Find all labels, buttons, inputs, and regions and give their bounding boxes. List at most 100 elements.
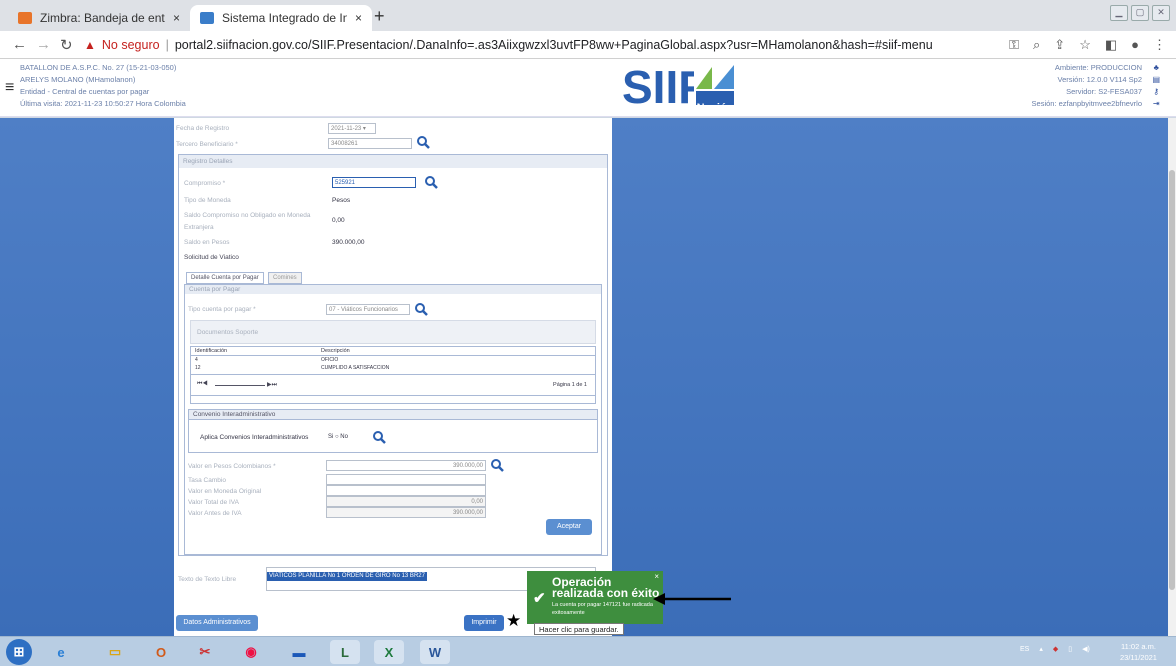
language-indicator[interactable]: ES — [1020, 646, 1029, 653]
valor-antes-iva-label: Valor Antes de IVA — [188, 510, 242, 517]
close-tab-icon[interactable]: × — [355, 11, 362, 25]
tercero-label: Tercero Beneficiario * — [176, 141, 238, 148]
search-tercero-icon[interactable] — [416, 135, 430, 149]
tray-app-icon[interactable]: ◆ — [1053, 645, 1058, 653]
app-icon[interactable]: L — [330, 640, 360, 664]
reload-icon[interactable]: ↻ — [60, 36, 73, 54]
zoom-icon[interactable]: ⌕ — [1033, 37, 1040, 53]
profile-icon[interactable]: ● — [1131, 37, 1139, 53]
database-icon[interactable]: ▤ — [1152, 74, 1160, 86]
valor-pesos-input[interactable]: 390.000,00 — [326, 460, 486, 471]
search-tipo-cxp-icon[interactable] — [414, 302, 428, 316]
star-icon: ★ — [506, 611, 522, 630]
url-text[interactable]: portal2.siifnacion.gov.co/SIIF.Presentac… — [175, 38, 933, 52]
close-window-icon[interactable]: ✕ — [1152, 5, 1170, 21]
key-icon[interactable]: ⚿ — [1009, 37, 1019, 53]
new-tab-button[interactable]: + — [374, 6, 385, 27]
tasa-cambio-input[interactable] — [326, 474, 486, 485]
valor-pesos-label: Valor en Pesos Colombianos * — [188, 463, 276, 470]
forward-icon[interactable]: → — [36, 36, 51, 53]
siif-logo: SIIF Nación — [622, 61, 734, 114]
back-icon[interactable]: ← — [12, 36, 27, 53]
saldo-pesos-value: 390.000,00 — [332, 239, 365, 246]
environment-info: Ambiente: PRODUCCION Versión: 12.0.0 V11… — [1032, 62, 1142, 110]
check-icon: ✔ — [533, 590, 546, 607]
file-explorer-icon[interactable]: ▭ — [100, 640, 130, 664]
office-icon[interactable]: O — [146, 640, 176, 664]
aplica-convenios-label: Aplica Convenios Interadministrativos — [200, 434, 309, 441]
search-compromiso-icon[interactable] — [424, 175, 438, 189]
clock[interactable]: 11:02 a.m. 23/11/2021 — [1120, 641, 1157, 663]
tab-title: Zimbra: Bandeja de entrada (45) — [40, 11, 165, 25]
cell-id: 4 — [195, 357, 198, 363]
si-no-radio[interactable]: Si ○ No — [328, 434, 348, 440]
start-button-icon[interactable]: ⊞ — [6, 639, 32, 665]
convenio-panel: Convenio Interadministrativo — [188, 409, 598, 453]
form-panel: Fecha de Registro 2021-11-23 ▾ Tercero B… — [174, 118, 612, 636]
tipo-cxp-input[interactable]: 07 - Viáticos Funcionarios — [326, 304, 410, 315]
warning-icon[interactable]: ▲ — [84, 38, 96, 52]
maximize-icon[interactable]: ▢ — [1131, 5, 1149, 21]
tab-comines[interactable]: Comines — [268, 272, 302, 284]
datos-administrativos-button[interactable]: Datos Administrativos — [176, 615, 258, 631]
table-header: Identificación Descripción — [191, 347, 595, 356]
success-toast[interactable]: ✔ Operación realizada con éxito La cuent… — [527, 571, 663, 624]
chrome-icon[interactable]: ◉ — [236, 640, 266, 664]
saldo-extranjera-label-2: Extranjera — [184, 224, 214, 231]
address-bar[interactable]: ▲ No seguro | portal2.siifnacion.gov.co/… — [84, 34, 984, 56]
siif-header: ≡ BATALLON DE A.S.P.C. No. 27 (15-21-03-… — [0, 59, 1176, 117]
fecha-registro-select[interactable]: 2021-11-23 ▾ — [328, 123, 376, 134]
pager-slider[interactable] — [215, 385, 265, 386]
window-controls: ▁ ▢ ✕ — [1110, 5, 1170, 21]
share-icon[interactable]: ⇪ — [1054, 37, 1065, 53]
tercero-input[interactable]: 34008261 — [328, 138, 412, 149]
documentos-soporte-label: Documentos Soporte — [197, 329, 259, 336]
tab-siif[interactable]: Sistema Integrado de Informació × — [190, 5, 372, 31]
key-small-icon[interactable]: ⚷ — [1152, 86, 1160, 98]
table-row[interactable]: 4 OFICIO — [191, 357, 595, 365]
sidepanel-icon[interactable]: ◧ — [1105, 37, 1117, 53]
fecha-registro-value: 2021-11-23 — [331, 126, 362, 132]
logo-sub: Nación — [697, 102, 734, 114]
convenio-header: Convenio Interadministrativo — [189, 410, 597, 420]
network-icon[interactable]: ▯ — [1068, 645, 1072, 653]
bookmark-star-icon[interactable]: ☆ — [1079, 37, 1091, 53]
compromiso-input[interactable]: 525921 — [332, 177, 416, 188]
word-icon[interactable]: W — [420, 640, 450, 664]
texto-libre-label: Texto de Texto Libre — [178, 576, 237, 583]
snipping-tool-icon[interactable]: ✂ — [190, 640, 220, 664]
security-label[interactable]: No seguro — [102, 38, 160, 52]
clock-time: 11:02 a.m. — [1121, 642, 1156, 651]
tray-arrow-icon[interactable]: ▴ — [1039, 645, 1043, 653]
excel-icon[interactable]: X — [374, 640, 404, 664]
sticky-notes-icon[interactable]: ▬ — [284, 640, 314, 664]
scrollbar-thumb[interactable] — [1169, 170, 1175, 590]
valor-moneda-input[interactable] — [326, 485, 486, 496]
pager-first-icon[interactable]: ⏮◀ — [197, 381, 208, 388]
search-valor-icon[interactable] — [490, 458, 504, 472]
tab-detalle-cxp[interactable]: Detalle Cuenta por Pagar — [186, 272, 264, 284]
session-line: Sesión: ezfanpbyitmvee2bfnevrlo — [1031, 99, 1142, 108]
system-tray: ES ▴ ◆ ▯ ◀) — [1020, 645, 1090, 654]
table-row[interactable]: 12 CUMPLIDO A SATISFACCION — [191, 365, 595, 373]
internet-explorer-icon[interactable]: e — [46, 640, 76, 664]
user-info: BATALLON DE A.S.P.C. No. 27 (15-21-03-05… — [20, 62, 186, 110]
users-icon[interactable]: ♣ — [1152, 62, 1160, 74]
toast-close-icon[interactable]: × — [654, 572, 659, 581]
imprimir-button[interactable]: Imprimir — [464, 615, 504, 631]
windows-taskbar: ⊞ e ▭ O ✂ ◉ ▬ L X W ES ▴ ◆ ▯ ◀) 11:02 a.… — [0, 636, 1176, 666]
pager-last-icon[interactable]: ▶⏭ — [267, 381, 277, 389]
col-identificacion: Identificación — [195, 348, 228, 354]
minimize-icon[interactable]: ▁ — [1110, 5, 1128, 21]
volume-icon[interactable]: ◀) — [1082, 645, 1090, 653]
aceptar-button[interactable]: Aceptar — [546, 519, 592, 535]
logout-icon[interactable]: ⇥ — [1152, 98, 1160, 110]
close-tab-icon[interactable]: × — [173, 11, 180, 25]
cell-desc: CUMPLIDO A SATISFACCION — [321, 365, 390, 371]
save-tooltip: Hacer clic para guardar. — [534, 623, 624, 635]
menu-icon[interactable]: ⋮ — [1153, 37, 1166, 53]
zimbra-icon — [18, 12, 32, 24]
hamburger-menu-icon[interactable]: ≡ — [5, 79, 14, 97]
tab-zimbra[interactable]: Zimbra: Bandeja de entrada (45) × — [8, 5, 190, 31]
search-convenio-icon[interactable] — [372, 430, 386, 444]
